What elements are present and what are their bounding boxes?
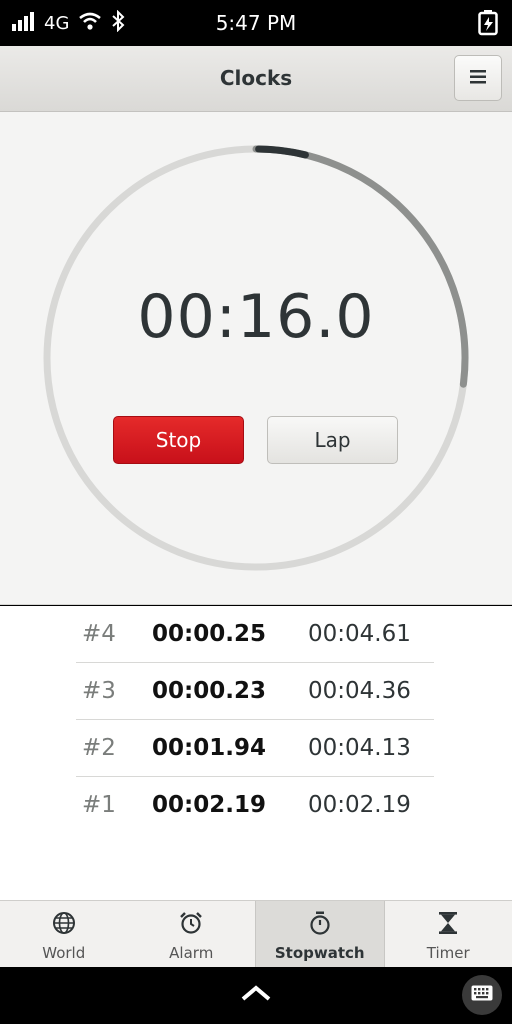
lap-row: #1 00:02.19 00:02.19: [76, 777, 434, 834]
keyboard-icon: [471, 985, 493, 1005]
hamburger-menu-icon: [470, 69, 486, 88]
stop-button[interactable]: Stop: [113, 416, 244, 464]
tab-bar: World Alarm Stopwatch Timer: [0, 900, 512, 967]
system-nav-bar: [0, 967, 512, 1024]
lap-total-time: 00:04.13: [308, 735, 411, 761]
status-bar: 4G 5:47 PM: [0, 0, 512, 46]
tab-timer[interactable]: Timer: [385, 901, 512, 967]
page-title: Clocks: [219, 66, 293, 90]
lap-split-time: 00:00.23: [152, 678, 266, 704]
alarm-clock-icon: [179, 911, 203, 939]
tab-stopwatch[interactable]: Stopwatch: [255, 901, 385, 967]
lap-row: #4 00:00.25 00:04.61: [76, 606, 434, 663]
lap-row: #2 00:01.94 00:04.13: [76, 720, 434, 777]
stopwatch-panel: 00:16.0 Stop Lap: [0, 112, 512, 605]
lap-split-time: 00:01.94: [152, 735, 266, 761]
lap-number: #4: [82, 621, 116, 647]
stopwatch-icon: [308, 911, 332, 939]
lap-button[interactable]: Lap: [267, 416, 398, 464]
lap-total-time: 00:04.61: [308, 621, 411, 647]
status-time: 5:47 PM: [215, 11, 297, 35]
globe-icon: [52, 911, 76, 939]
stopwatch-ring: [43, 145, 469, 571]
chevron-up-icon[interactable]: [240, 983, 272, 1007]
lap-total-time: 00:04.36: [308, 678, 411, 704]
lap-split-time: 00:02.19: [152, 792, 266, 818]
elapsed-time: 00:16.0: [137, 282, 375, 352]
app-header: Clocks: [0, 46, 512, 112]
laps-list: #4 00:00.25 00:04.61 #3 00:00.23 00:04.3…: [0, 606, 512, 900]
lap-row: #3 00:00.23 00:04.36: [76, 663, 434, 720]
tab-label: Stopwatch: [274, 944, 365, 962]
lap-total-time: 00:02.19: [308, 792, 411, 818]
hourglass-icon: [436, 911, 460, 939]
tab-world[interactable]: World: [0, 901, 128, 967]
lap-number: #2: [82, 735, 116, 761]
lap-number: #3: [82, 678, 116, 704]
battery-charging-icon: [478, 10, 500, 40]
tab-label: Timer: [426, 944, 470, 962]
tab-alarm[interactable]: Alarm: [128, 901, 256, 967]
lap-split-time: 00:00.25: [152, 621, 266, 647]
menu-button[interactable]: [454, 55, 502, 101]
ring-marker: [255, 145, 309, 159]
keyboard-button[interactable]: [462, 975, 502, 1015]
tab-label: Alarm: [169, 944, 214, 962]
lap-number: #1: [82, 792, 116, 818]
tab-label: World: [42, 944, 86, 962]
